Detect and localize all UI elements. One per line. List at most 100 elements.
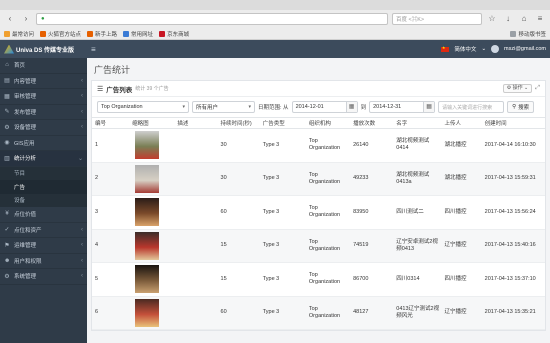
date-to-value: 2014-12-31 [373,104,402,110]
table-row[interactable]: 5 15 Type 3 Top Organization 86700 四川0314 四川播控… [92,262,545,297]
column-header[interactable]: 缩略图 [129,117,175,129]
panel-subtitle: 统计 39 个广告 [135,86,169,92]
operations-button[interactable]: ⚙ 操作 ⌄ [502,84,533,93]
sidebar-item-label: 设备管理 [14,125,37,132]
ad-thumbnail[interactable] [135,231,160,260]
sidebar-item[interactable]: ✓ 点位和资产 ‹ [0,223,87,238]
sidebar-item-stats[interactable]: ▥ 统计分析 ⌄ [0,151,87,167]
sidebar-item[interactable]: ✎ 发布管理 ‹ [0,105,87,120]
calendar-icon[interactable]: ▦ [345,102,357,112]
chevron-icon: ‹ [81,93,83,100]
bookmark-link[interactable]: 京东商城 [159,30,189,38]
app-header: Univa DS 传媒专业版 ≡ 简体中文 ⌄ mszi@gmail.com [0,40,550,58]
chevron-icon: ⌄ [77,155,83,162]
bookmark-label: 最常访问 [12,32,35,38]
sidebar-item-icon: ⌂ [5,62,9,69]
bookmark-link[interactable]: 新手上路 [87,30,117,38]
home-icon[interactable]: ⌂ [518,13,530,25]
bookmark-label: 常用网址 [131,32,154,38]
cell-thumbnail [129,162,175,196]
calendar-icon[interactable]: ▦ [423,102,435,112]
sidebar-item[interactable]: ⚑ 运维管理 ‹ [0,238,87,254]
cell-plays: 74519 [350,229,394,263]
sidebar-item[interactable]: ◉ GIS应用 [0,136,87,151]
cell-duration: 15 [217,262,260,297]
ad-thumbnail[interactable] [135,198,160,227]
cell-description [174,229,218,263]
sidebar-item[interactable]: ⚙ 系统管理 ‹ [0,269,87,285]
sidebar-item-label: 运维管理 [14,243,37,250]
cell-uploader: 湖北播控 [441,162,482,196]
date-from-input[interactable]: 2014-12-01 ▦ [291,101,358,113]
keyword-search-input[interactable]: 请输入关键词进行搜索 [438,101,505,113]
table-row[interactable]: 4 15 Type 3 Top Organization 74519 辽宁安卓测试2视频0… [92,229,545,263]
chevron-icon: ‹ [81,124,83,131]
sidebar-subitem[interactable]: 设备 [0,193,87,207]
sidebar-item-label: 用户和权限 [14,258,42,265]
sidebar-item[interactable]: ▤ 内容管理 ‹ [0,74,87,89]
table-row[interactable]: 6 60 Type 3 Top Organization 48127 0413辽宁测试2视… [92,296,545,330]
search-button[interactable]: ⚲ 搜索 [507,101,535,113]
ad-thumbnail[interactable] [135,298,160,327]
ad-thumbnail[interactable] [135,265,160,294]
user-select[interactable]: 所有用户 ▾ [192,101,255,113]
sidebar-item-label: GIS应用 [14,140,35,147]
main-content: 广告统计 ☰ 广告列表 统计 39 个广告 ⚙ 操作 ⌄ ⤢ Top Organ… [87,58,550,343]
sidebar-item[interactable]: ☻ 用户和权限 ‹ [0,254,87,269]
url-bar[interactable]: ● [36,13,388,25]
column-header[interactable]: 创建时间 [481,117,545,129]
column-header[interactable]: 播放次数 [350,117,394,129]
column-header[interactable]: 编号 [92,117,130,129]
lock-icon: ● [41,16,45,22]
forward-icon[interactable]: › [20,13,32,25]
expand-icon[interactable]: ⤢ [535,85,540,92]
user-email[interactable]: mszi@gmail.com [504,46,546,52]
bookmark-link[interactable]: 最常访问 [4,30,34,38]
table-row[interactable]: 3 60 Type 3 Top Organization 83950 四川测试二 四川播控 2… [92,195,545,230]
cell-description [174,162,218,196]
sidebar-toggle-icon[interactable]: ≡ [91,45,96,54]
cell-type: Type 3 [259,128,306,163]
cell-organization: Top Organization [305,262,351,297]
cell-type: Type 3 [259,195,306,230]
column-header[interactable]: 描述 [174,117,218,129]
organization-select[interactable]: Top Organization ▾ [97,101,189,113]
avatar[interactable] [491,45,500,53]
column-header[interactable]: 名字 [393,117,442,129]
bookmark-favicon-icon [4,31,10,37]
language-selector[interactable]: 简体中文 [454,45,476,53]
column-header[interactable]: 组织机构 [305,117,351,129]
cell-uploader: 辽宁播控 [441,229,482,263]
cell-thumbnail [129,229,175,263]
bookmark-link[interactable]: 火狐官方站点 [40,30,81,38]
bookmark-star-icon[interactable]: ☆ [486,13,498,25]
cell-id: 5 [92,262,130,297]
sidebar-item-icon: ▥ [4,155,10,162]
back-icon[interactable]: ‹ [4,13,16,25]
sidebar-item[interactable]: ⌂ 首页 [0,58,87,74]
table-row[interactable]: 1 30 Type 3 Top Organization 26140 湖北视频测试0414… [92,128,545,163]
ad-thumbnail[interactable] [135,164,160,193]
date-to-input[interactable]: 2014-12-31 ▦ [369,101,436,113]
sidebar-subitem[interactable]: 广告 [0,180,87,194]
cell-created: 2017-04-13 15:35:21 [481,296,545,330]
column-header[interactable]: 上传人 [441,117,482,129]
browser-search-box[interactable]: 百度 <⌘K> [392,13,482,25]
ad-thumbnail[interactable] [135,131,160,160]
column-header[interactable]: 广告类型 [259,117,306,129]
cell-uploader: 湖北播控 [441,128,482,163]
cell-organization: Top Organization [305,229,351,263]
column-header[interactable]: 持续时间(秒) [217,117,260,129]
table-row[interactable]: 2 30 Type 3 Top Organization 49233 湖北视频测试0413… [92,162,545,196]
menu-icon[interactable]: ≡ [534,13,546,25]
sidebar-item[interactable]: ¥ 点位价值 [0,207,87,223]
mobile-bookmarks-link[interactable]: 移动版书签 [510,30,546,38]
bookmarks-bar: 最常访问 火狐官方站点 新手上路 常用网址 京东商城 移动版书签 [0,28,550,40]
sidebar-item[interactable]: ⚙ 设备管理 ‹ [0,120,87,136]
download-icon[interactable]: ↓ [502,13,514,25]
sidebar-item[interactable]: ▦ 审核管理 ‹ [0,89,87,105]
bookmark-link[interactable]: 常用网址 [123,30,153,38]
sidebar-subitem[interactable]: 节目 [0,166,87,180]
logo[interactable]: Univa DS 传媒专业版 [0,44,87,54]
cell-name: 辽宁安卓测试2视频0413 [393,229,442,263]
